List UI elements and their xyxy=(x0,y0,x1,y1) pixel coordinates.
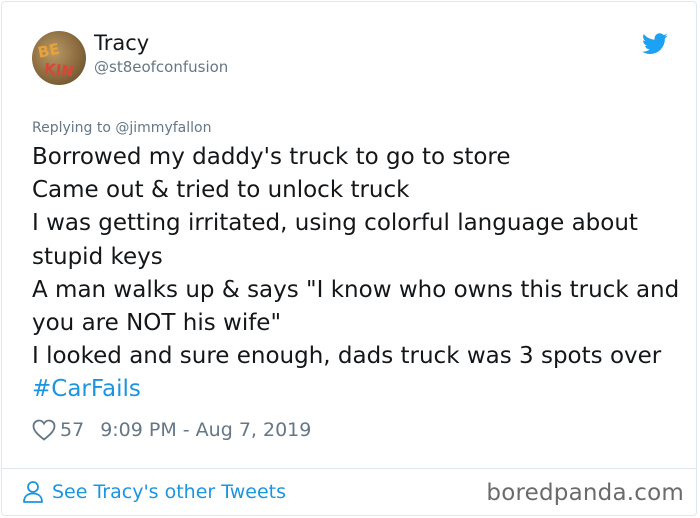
heart-icon[interactable] xyxy=(32,419,56,441)
tweet-line: I looked and sure enough, dads truck was… xyxy=(32,343,662,370)
divider xyxy=(1,468,697,469)
author-name[interactable]: Tracy xyxy=(94,31,149,55)
see-other-tweets-link[interactable]: See Tracy's other Tweets xyxy=(22,480,286,504)
svg-text:KIN: KIN xyxy=(43,60,74,81)
twitter-bird-icon[interactable] xyxy=(642,33,668,55)
replying-prefix: Replying to xyxy=(32,120,116,136)
hashtag-link[interactable]: #CarFails xyxy=(32,376,141,402)
replying-to-handle[interactable]: @jimmyfallon xyxy=(115,120,211,136)
tweet-line: I was getting irritated, using colorful … xyxy=(32,210,638,270)
avatar[interactable]: BE KIN xyxy=(32,31,86,85)
like-count: 57 xyxy=(60,419,85,441)
replying-to: Replying to @jimmyfallon xyxy=(32,120,211,136)
tweet-text: Borrowed my daddy's truck to go to store… xyxy=(32,141,682,407)
tweet-line: Borrowed my daddy's truck to go to store xyxy=(32,144,511,170)
timestamp[interactable]: 9:09 PM - Aug 7, 2019 xyxy=(100,419,311,441)
tweet-meta: 57 9:09 PM - Aug 7, 2019 xyxy=(32,416,311,444)
person-icon xyxy=(23,481,43,503)
tweet-line: Came out & tried to unlock truck xyxy=(32,177,410,204)
watermark: boredpanda.com xyxy=(486,480,684,506)
author-handle[interactable]: @st8eofconfusion xyxy=(94,58,228,76)
svg-text:BE: BE xyxy=(36,40,61,62)
see-other-tweets-label[interactable]: See Tracy's other Tweets xyxy=(52,481,286,503)
tweet-line: A man walks up & says "I know who owns t… xyxy=(32,276,680,337)
